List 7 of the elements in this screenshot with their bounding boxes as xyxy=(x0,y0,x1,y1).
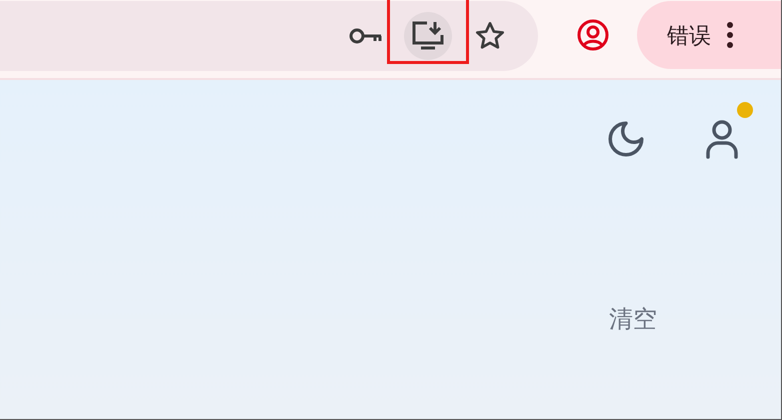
profile-icon xyxy=(577,19,610,51)
error-button[interactable]: 错误 xyxy=(636,1,781,69)
clear-button[interactable]: 清空 xyxy=(609,302,657,338)
user-icon xyxy=(704,119,740,159)
key-icon xyxy=(348,26,384,46)
monitor-download-icon xyxy=(410,20,445,52)
more-icon xyxy=(726,22,733,48)
